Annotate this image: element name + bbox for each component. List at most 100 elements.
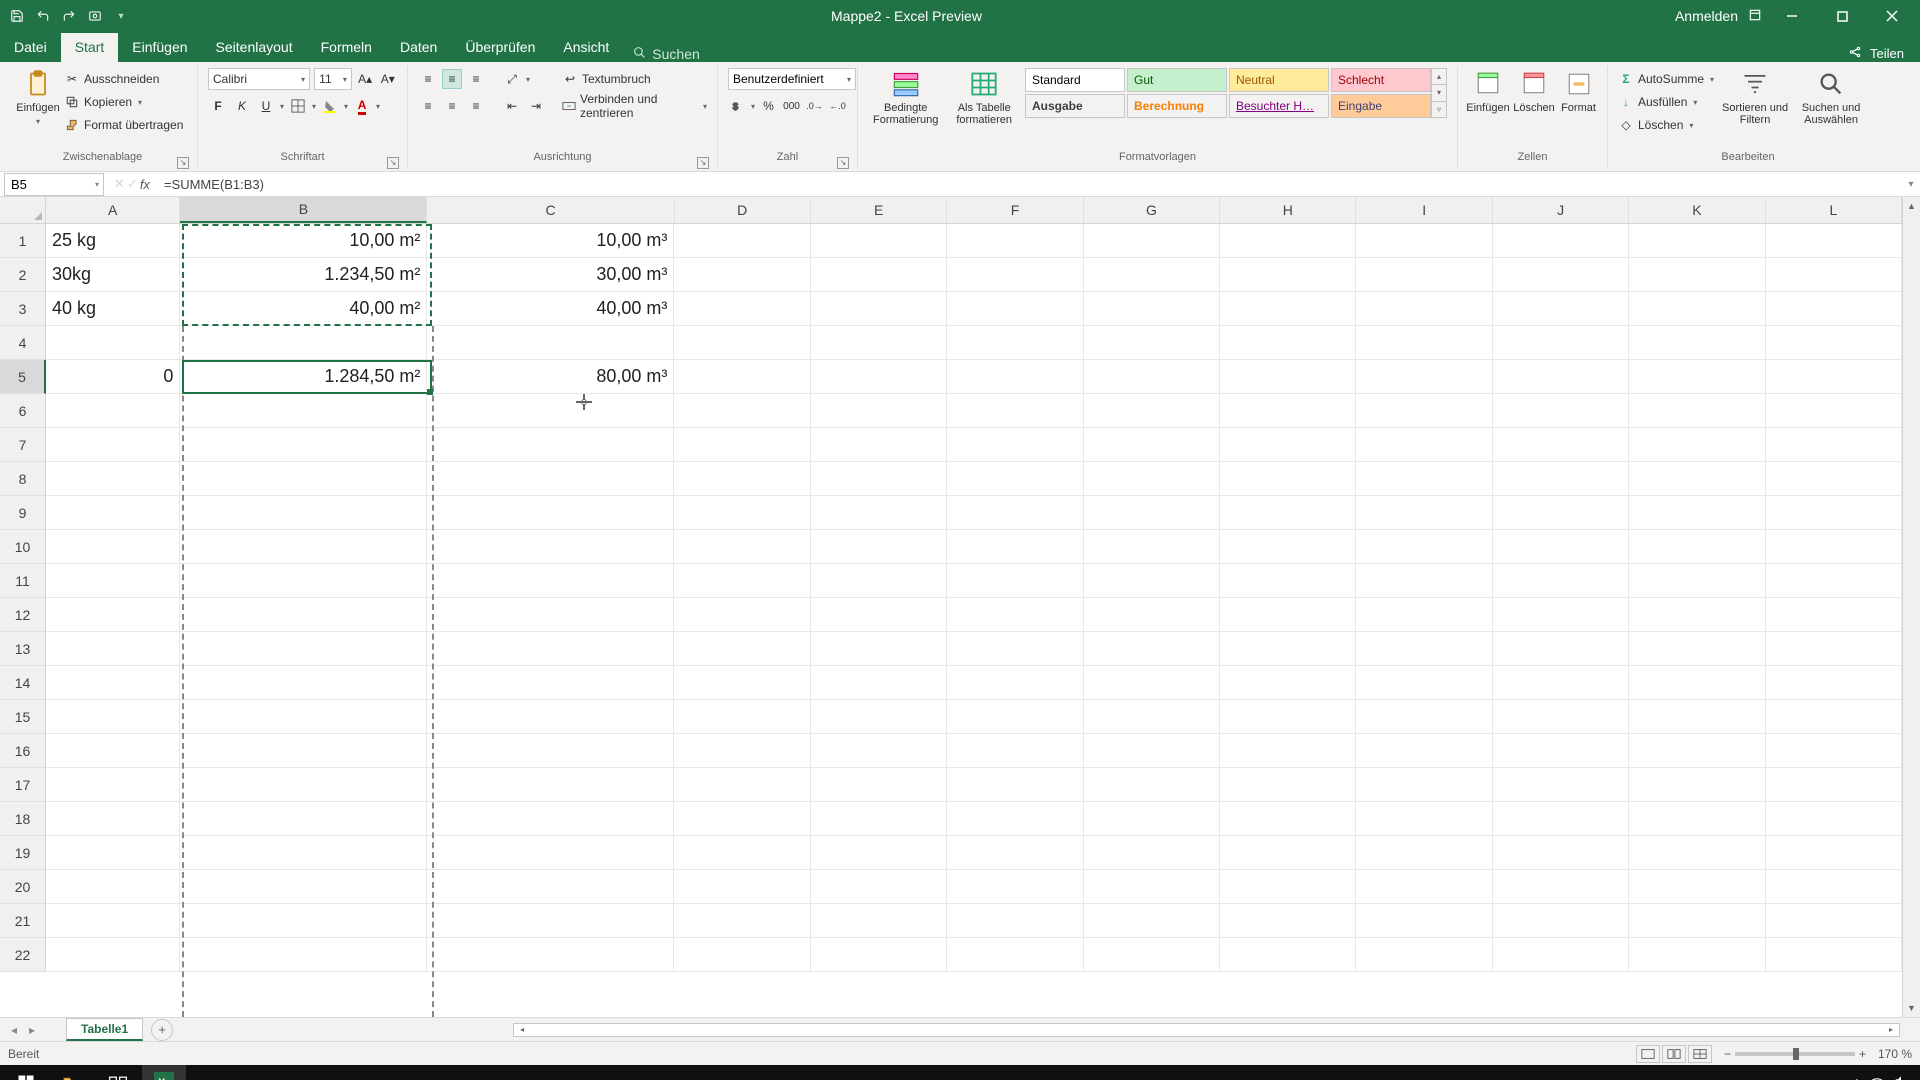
cell[interactable] <box>1493 292 1629 326</box>
volume-icon[interactable] <box>1894 1074 1908 1080</box>
cell[interactable] <box>1220 836 1356 870</box>
style-standard[interactable]: Standard <box>1025 68 1125 92</box>
cell[interactable] <box>180 462 427 496</box>
cell[interactable] <box>1629 904 1765 938</box>
cell[interactable] <box>1493 462 1629 496</box>
cell[interactable] <box>1493 530 1629 564</box>
tab-formeln[interactable]: Formeln <box>307 33 386 62</box>
comma-icon[interactable]: 000 <box>782 96 801 116</box>
cell[interactable] <box>1084 802 1220 836</box>
cell[interactable] <box>46 496 180 530</box>
cell[interactable] <box>1220 360 1356 394</box>
row-header[interactable]: 1 <box>0 224 46 258</box>
cell[interactable] <box>180 768 427 802</box>
tab-ueberpruefen[interactable]: Überprüfen <box>451 33 549 62</box>
decrease-decimal-icon[interactable]: ←.0 <box>828 96 847 116</box>
cell[interactable] <box>180 666 427 700</box>
row-header[interactable]: 19 <box>0 836 46 870</box>
cell[interactable] <box>46 428 180 462</box>
paste-button[interactable]: Einfügen ▾ <box>18 68 58 128</box>
cell[interactable] <box>1766 700 1902 734</box>
sheet-nav-prev-icon[interactable]: ▸ <box>24 1023 40 1037</box>
cell[interactable] <box>427 666 674 700</box>
cell[interactable] <box>1084 836 1220 870</box>
cell[interactable] <box>1356 360 1492 394</box>
cell[interactable]: 10,00 m² <box>180 224 427 258</box>
row-header[interactable]: 3 <box>0 292 46 326</box>
row-header[interactable]: 6 <box>0 394 46 428</box>
cell[interactable] <box>1493 360 1629 394</box>
style-besucht[interactable]: Besuchter H… <box>1229 94 1329 118</box>
cell[interactable] <box>947 700 1083 734</box>
cell[interactable] <box>1356 496 1492 530</box>
cell[interactable] <box>1084 938 1220 972</box>
cell[interactable] <box>947 666 1083 700</box>
expand-formula-bar-icon[interactable]: ▾ <box>1902 179 1920 190</box>
row-header[interactable]: 13 <box>0 632 46 666</box>
column-header[interactable]: C <box>427 197 674 223</box>
cell[interactable] <box>947 598 1083 632</box>
sort-filter-button[interactable]: Sortieren und Filtern <box>1720 68 1790 126</box>
cell[interactable] <box>46 768 180 802</box>
cell[interactable] <box>947 564 1083 598</box>
column-header[interactable]: B <box>180 197 427 223</box>
cell[interactable] <box>427 394 674 428</box>
cell[interactable] <box>811 632 947 666</box>
cell[interactable] <box>1220 870 1356 904</box>
tab-seitenlayout[interactable]: Seitenlayout <box>202 33 307 62</box>
cell[interactable] <box>1629 666 1765 700</box>
cell[interactable] <box>180 394 427 428</box>
percent-icon[interactable]: % <box>759 96 778 116</box>
tab-daten[interactable]: Daten <box>386 33 451 62</box>
row-header[interactable]: 15 <box>0 700 46 734</box>
normal-view-icon[interactable] <box>1636 1045 1660 1063</box>
cell[interactable] <box>1629 938 1765 972</box>
cell[interactable] <box>947 870 1083 904</box>
align-center-icon[interactable]: ≡ <box>442 96 462 116</box>
cell[interactable] <box>46 700 180 734</box>
cell[interactable] <box>180 564 427 598</box>
cell[interactable] <box>1629 802 1765 836</box>
insert-cells-button[interactable]: Einfügen <box>1468 68 1508 114</box>
qat-customize-icon[interactable]: ▾ <box>112 7 130 25</box>
cell[interactable] <box>1493 326 1629 360</box>
cell[interactable] <box>674 394 810 428</box>
row-header[interactable]: 9 <box>0 496 46 530</box>
cell[interactable] <box>1356 564 1492 598</box>
cell[interactable] <box>1493 904 1629 938</box>
column-header[interactable]: G <box>1084 197 1220 223</box>
cell[interactable] <box>1493 836 1629 870</box>
cell[interactable] <box>1356 938 1492 972</box>
insert-function-button[interactable]: fx <box>140 177 150 192</box>
column-header[interactable]: D <box>675 197 811 223</box>
cell[interactable] <box>811 904 947 938</box>
cell[interactable] <box>811 394 947 428</box>
cell[interactable] <box>947 938 1083 972</box>
cell[interactable] <box>1629 428 1765 462</box>
cancel-formula-icon[interactable]: ✕ <box>114 176 125 192</box>
cell[interactable] <box>1220 462 1356 496</box>
cell[interactable] <box>180 734 427 768</box>
cell[interactable] <box>947 462 1083 496</box>
cell[interactable] <box>1220 666 1356 700</box>
cell[interactable] <box>1084 326 1220 360</box>
cell[interactable] <box>674 870 810 904</box>
cell[interactable] <box>811 802 947 836</box>
cell[interactable] <box>180 904 427 938</box>
increase-font-icon[interactable]: A▴ <box>356 69 375 89</box>
save-icon[interactable] <box>8 7 26 25</box>
increase-indent-icon[interactable]: ⇥ <box>526 96 546 116</box>
cell[interactable] <box>1084 224 1220 258</box>
cell[interactable] <box>674 428 810 462</box>
cell[interactable] <box>1356 802 1492 836</box>
cell[interactable] <box>1766 258 1902 292</box>
cell[interactable] <box>947 258 1083 292</box>
zoom-in-button[interactable]: + <box>1859 1047 1866 1061</box>
cell[interactable] <box>46 734 180 768</box>
align-left-icon[interactable]: ≡ <box>418 96 438 116</box>
cell-styles-gallery[interactable]: Standard Gut Neutral Schlecht Ausgabe Be… <box>1025 68 1431 118</box>
cell[interactable]: 0 <box>46 360 180 394</box>
formula-input[interactable]: =SUMME(B1:B3) <box>156 177 1902 192</box>
zoom-slider[interactable] <box>1735 1052 1855 1056</box>
cell[interactable] <box>1493 258 1629 292</box>
